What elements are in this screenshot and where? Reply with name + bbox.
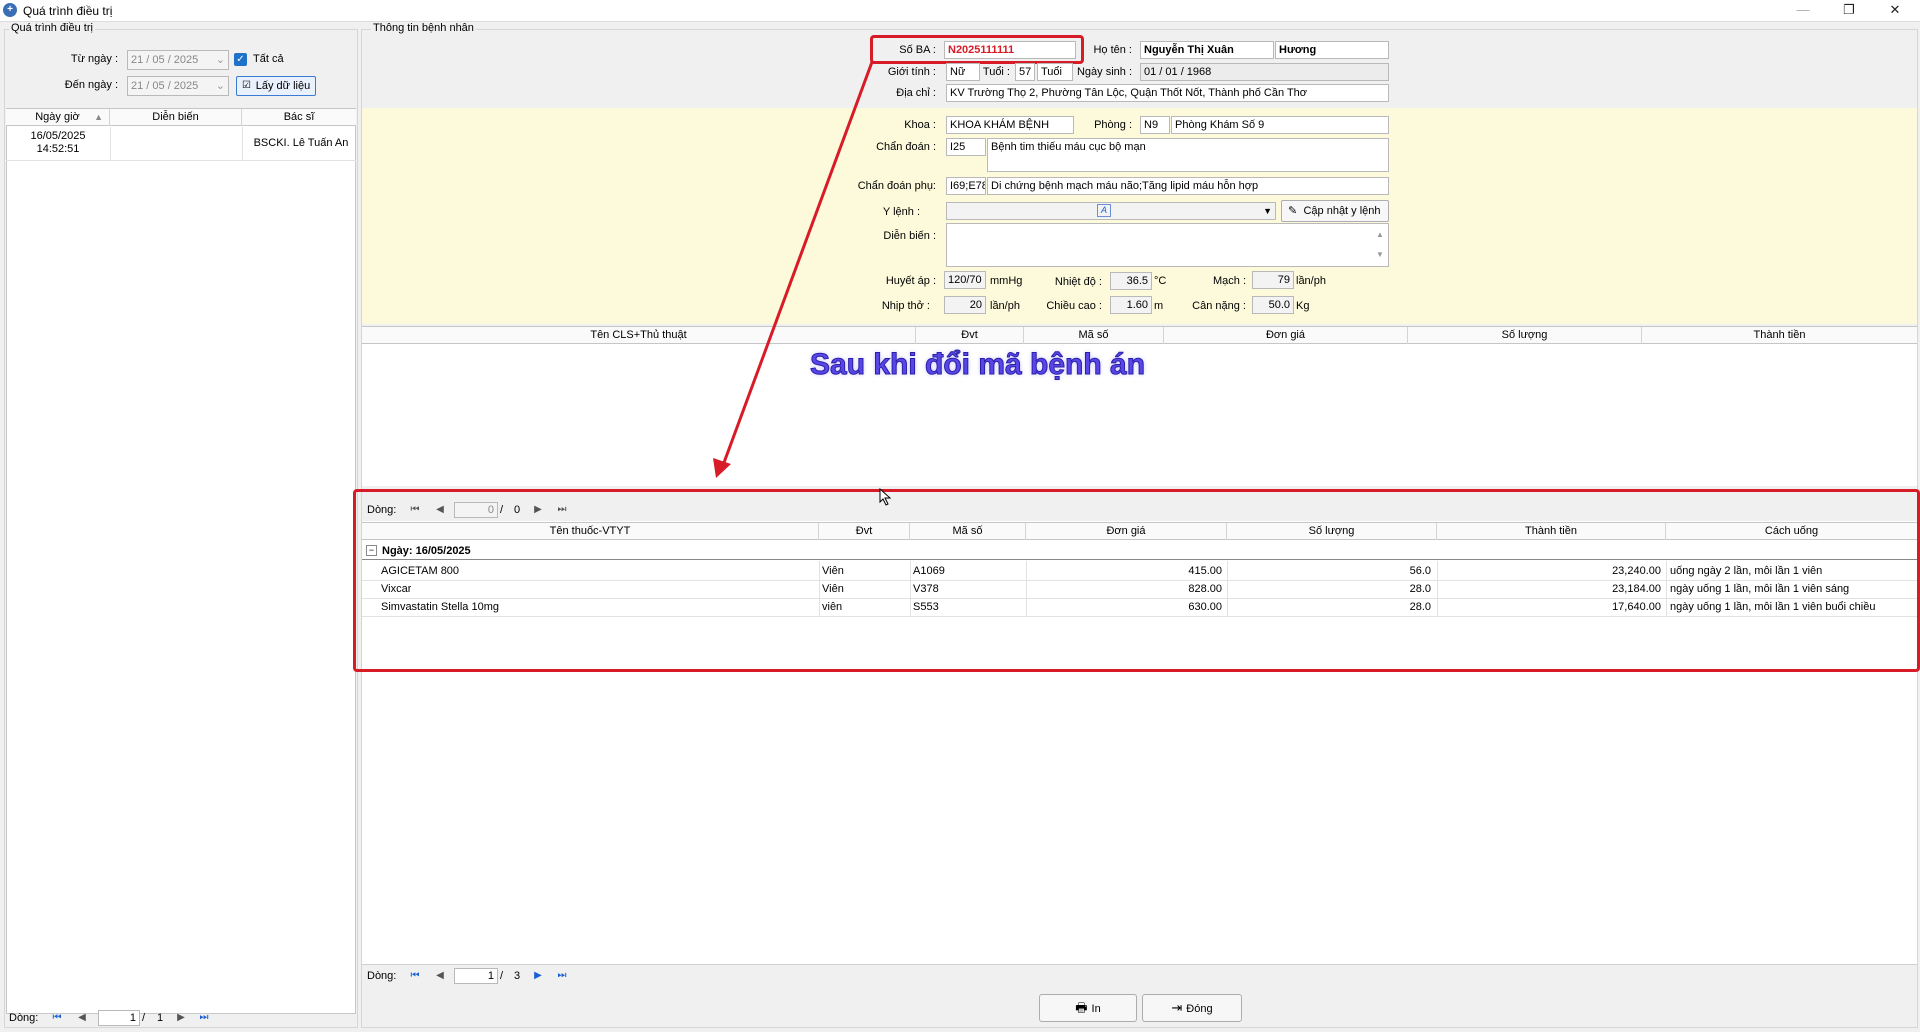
bottom-pager-label: Dòng:	[367, 970, 397, 982]
mouse-cursor-icon	[879, 488, 892, 506]
print-button[interactable]: 🖶 In	[1039, 994, 1137, 1022]
close-button[interactable]: ⇥ Đóng	[1142, 994, 1242, 1022]
annotation-arrow	[713, 61, 874, 478]
next-page-icon[interactable]: ▶	[531, 969, 545, 983]
close-button-label: Đóng	[1186, 1003, 1213, 1015]
printer-icon: 🖶	[1075, 1000, 1088, 1015]
bottom-pager-current[interactable]: 1	[454, 968, 498, 984]
bottom-pager-total: 3	[514, 970, 521, 982]
print-button-label: In	[1091, 1003, 1101, 1015]
exit-door-icon: ⇥	[1171, 1000, 1183, 1015]
first-page-icon[interactable]: ⏮	[408, 969, 422, 983]
prev-page-icon[interactable]: ◀	[433, 969, 447, 983]
bottom-pager-bar	[362, 964, 1917, 986]
last-page-icon[interactable]: ⏭	[555, 969, 569, 983]
bottom-pager-sep: /	[500, 970, 504, 982]
